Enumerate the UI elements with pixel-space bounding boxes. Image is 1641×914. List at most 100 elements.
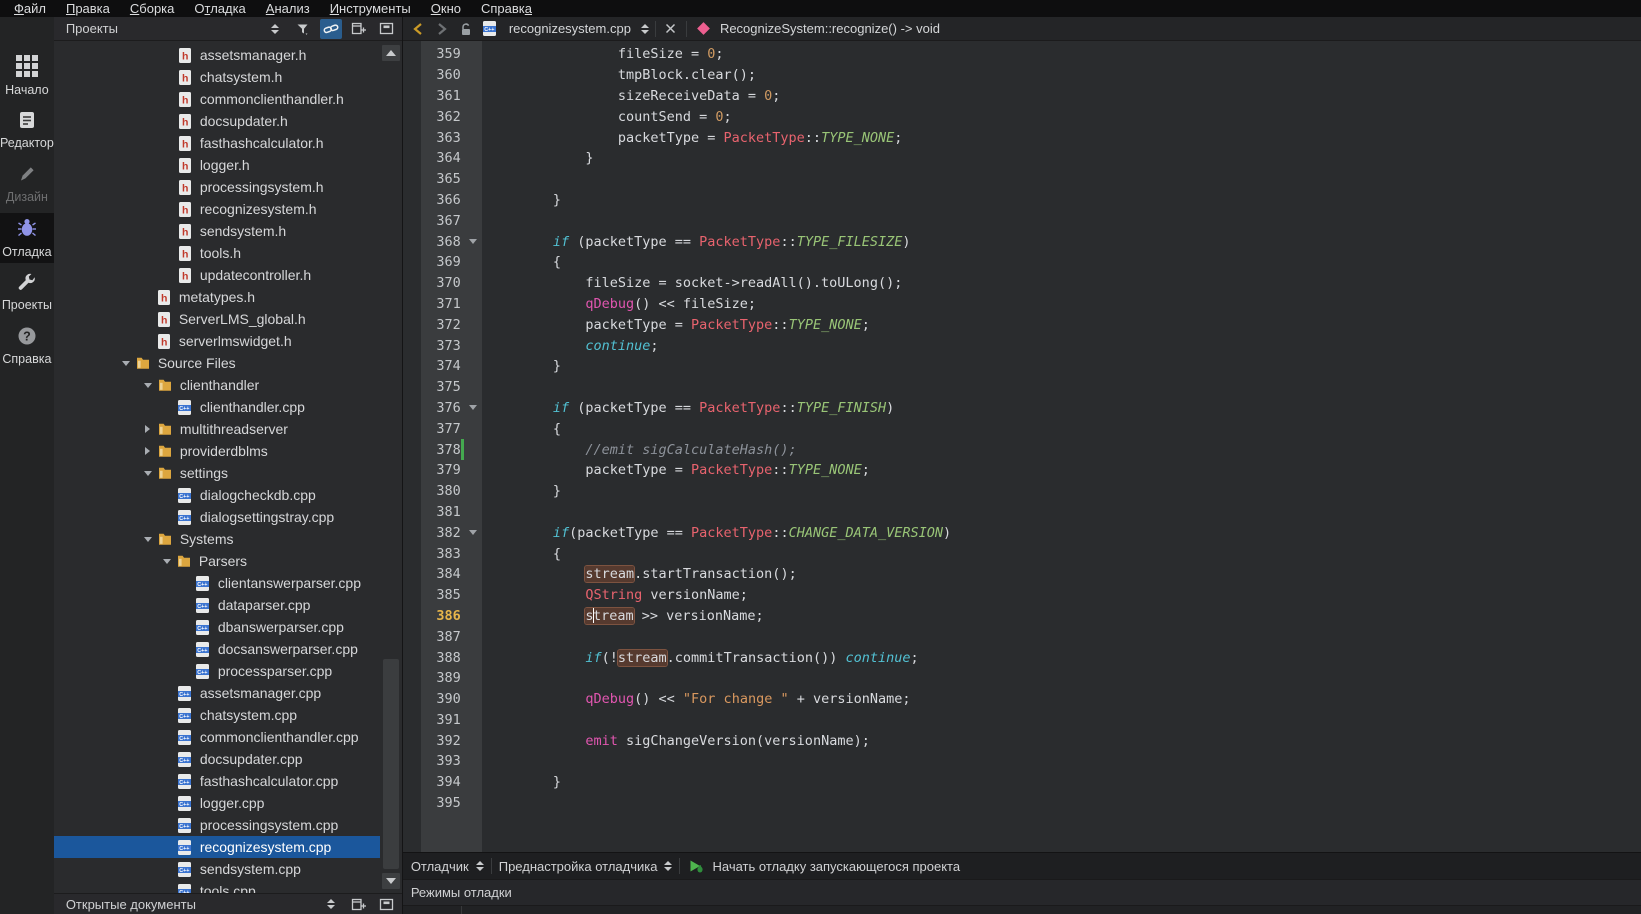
line-number[interactable]: 382 [427,525,461,541]
tree-item[interactable]: C++docsanswerparser.cpp [54,638,380,660]
code-line[interactable]: 381 [403,502,1641,523]
code-line[interactable]: 383 { [403,543,1641,564]
menu-item[interactable]: Файл [4,1,56,16]
collapse-panel-icon[interactable] [376,894,398,914]
scroll-down-icon[interactable] [382,873,400,889]
line-number[interactable]: 378 [427,442,461,458]
code-text[interactable]: countSend = 0; [482,109,732,125]
line-number[interactable]: 370 [427,275,461,291]
code-line[interactable]: 367 [403,210,1641,231]
line-number[interactable]: 375 [427,379,461,395]
line-number[interactable]: 394 [427,774,461,790]
tree-item[interactable]: C++sendsystem.cpp [54,858,380,880]
line-number[interactable]: 386 [427,608,461,624]
code-line[interactable]: 369 { [403,252,1641,273]
debugger-label[interactable]: Отладчик [411,859,469,874]
code-line[interactable]: 364 } [403,148,1641,169]
forward-icon[interactable] [433,20,451,38]
code-line[interactable]: 374 } [403,356,1641,377]
menu-item[interactable]: Окно [421,1,471,16]
code-line[interactable]: 362 countSend = 0; [403,106,1641,127]
open-documents-title[interactable]: Открытые документы [66,897,320,912]
line-number[interactable]: 388 [427,650,461,666]
menu-item[interactable]: Сборка [120,1,185,16]
code-line[interactable]: 385 QString versionName; [403,585,1641,606]
tree-item[interactable]: hServerLMS_global.h [54,308,380,330]
mode-editor-doc[interactable]: Редактор [0,105,54,155]
menu-item[interactable]: Инструменты [320,1,421,16]
start-debug-icon[interactable] [687,857,705,875]
code-line[interactable]: 373 continue; [403,335,1641,356]
code-text[interactable]: } [482,774,561,790]
code-line[interactable]: 359 fileSize = 0; [403,44,1641,65]
tree-item[interactable]: C++dbanswerparser.cpp [54,616,380,638]
tree-item[interactable]: C++dialogsettingstray.cpp [54,506,380,528]
expanded-arrow-icon[interactable] [140,537,156,542]
code-text[interactable]: qDebug() << fileSize; [482,296,756,312]
line-number[interactable]: 374 [427,358,461,374]
current-symbol-label[interactable]: RecognizeSystem::recognize() -> void [720,21,940,36]
line-number[interactable]: 390 [427,691,461,707]
code-line[interactable]: 388 if(!stream.commitTransaction()) cont… [403,647,1641,668]
mode-help-question[interactable]: ?Справка [0,321,54,371]
line-number[interactable]: 359 [427,46,461,62]
code-text[interactable]: fileSize = 0; [482,46,724,62]
tree-item[interactable]: hdocsupdater.h [54,110,380,132]
line-number[interactable]: 385 [427,587,461,603]
scrollbar-thumb[interactable] [383,659,399,869]
expanded-arrow-icon[interactable] [140,383,156,388]
tree-item[interactable]: C++chatsystem.cpp [54,704,380,726]
start-debug-label[interactable]: Начать отладку запускающегося проекта [712,859,960,874]
code-text[interactable]: continue; [482,338,659,354]
code-line[interactable]: 372 packetType = PacketType::TYPE_NONE; [403,314,1641,335]
menu-item[interactable]: Правка [56,1,120,16]
line-number[interactable]: 369 [427,254,461,270]
line-number[interactable]: 365 [427,171,461,187]
code-line[interactable]: 370 fileSize = socket->readAll().toULong… [403,273,1641,294]
fold-marker-icon[interactable] [464,239,482,244]
mode-welcome-grid[interactable]: Начало [0,51,54,101]
code-text[interactable]: //emit sigCalculateHash(); [482,442,797,458]
code-line[interactable]: 365 [403,169,1641,190]
code-text[interactable]: if(packetType == PacketType::CHANGE_DATA… [482,525,951,541]
mode-projects-wrench[interactable]: Проекты [0,267,54,317]
code-text[interactable]: } [482,358,561,374]
code-line[interactable]: 379 packetType = PacketType::TYPE_NONE; [403,460,1641,481]
code-text[interactable]: if(!stream.commitTransaction()) continue… [482,650,919,666]
tree-item[interactable]: C++assetsmanager.cpp [54,682,380,704]
tree-item[interactable]: C++docsupdater.cpp [54,748,380,770]
lock-icon[interactable] [457,20,475,38]
code-text[interactable]: QString versionName; [482,587,748,603]
line-number[interactable]: 360 [427,67,461,83]
code-text[interactable]: if (packetType == PacketType::TYPE_FINIS… [482,400,894,416]
tree-item[interactable]: C++clientanswerparser.cpp [54,572,380,594]
code-line[interactable]: 389 [403,668,1641,689]
line-number[interactable]: 381 [427,504,461,520]
line-number[interactable]: 383 [427,546,461,562]
menu-item[interactable]: Отладка [184,1,255,16]
collapsed-arrow-icon[interactable] [140,425,156,433]
code-text[interactable]: } [482,192,561,208]
tree-item[interactable]: hmetatypes.h [54,286,380,308]
tree-item[interactable]: clienthandler [54,374,380,396]
tree-item[interactable]: hcommonclienthandler.h [54,88,380,110]
close-document-icon[interactable] [662,20,680,38]
line-number[interactable]: 389 [427,670,461,686]
line-number[interactable]: 373 [427,338,461,354]
line-number[interactable]: 391 [427,712,461,728]
code-line[interactable]: 394 } [403,772,1641,793]
line-number[interactable]: 367 [427,213,461,229]
code-text[interactable]: { [482,421,561,437]
line-number[interactable]: 387 [427,629,461,645]
line-number[interactable]: 362 [427,109,461,125]
mode-debug-bug[interactable]: Отладка [0,213,54,263]
code-text[interactable]: qDebug() << "For change " + versionName; [482,691,911,707]
code-line[interactable]: 386 stream >> versionName; [403,606,1641,627]
projects-panel-title[interactable]: Проекты [66,21,264,36]
code-text[interactable]: packetType = PacketType::TYPE_NONE; [482,317,870,333]
back-icon[interactable] [409,20,427,38]
tree-item[interactable]: Systems [54,528,380,550]
code-line[interactable]: 375 [403,377,1641,398]
sort-spinner-icon[interactable] [264,19,286,39]
line-number[interactable]: 384 [427,566,461,582]
